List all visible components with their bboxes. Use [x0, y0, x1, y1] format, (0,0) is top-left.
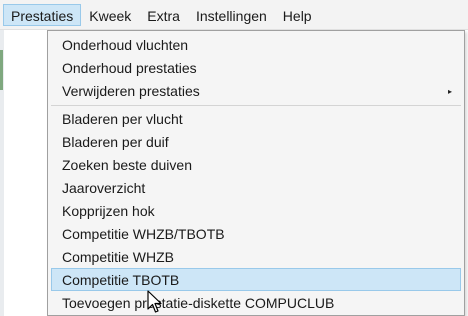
prestaties-dropdown-menu: Onderhoud vluchten Onderhoud prestaties … [47, 30, 465, 316]
menu-bar: Prestaties Kweek Extra Instellingen Help [0, 0, 468, 30]
background-window-accent [0, 50, 3, 90]
menu-item-bladeren-per-vlucht[interactable]: Bladeren per vlucht [51, 107, 461, 130]
menu-prestaties[interactable]: Prestaties [3, 3, 82, 26]
menu-item-verwijderen-prestaties[interactable]: Verwijderen prestaties ▸ [51, 79, 461, 102]
menu-extra[interactable]: Extra [139, 4, 188, 26]
menu-separator [51, 105, 461, 106]
menu-item-onderhoud-vluchten[interactable]: Onderhoud vluchten [51, 33, 461, 56]
menu-item-zoeken-beste-duiven[interactable]: Zoeken beste duiven [51, 153, 461, 176]
mouse-pointer-icon [147, 290, 162, 313]
menu-instellingen[interactable]: Instellingen [188, 4, 275, 26]
menu-item-competitie-tbotb[interactable]: Competitie TBOTB [51, 268, 461, 291]
menu-item-kopprijzen-hok[interactable]: Kopprijzen hok [51, 199, 461, 222]
background-window-edge [0, 30, 4, 316]
submenu-arrow-icon: ▸ [447, 87, 452, 96]
menu-item-toevoegen-prestatie-diskette[interactable]: Toevoegen prestatie-diskette COMPUCLUB [51, 291, 461, 314]
menu-item-competitie-whzb[interactable]: Competitie WHZB [51, 245, 461, 268]
menu-item-competitie-whzb-tbotb[interactable]: Competitie WHZB/TBOTB [51, 222, 461, 245]
app-window: Prestaties Kweek Extra Instellingen Help… [0, 0, 468, 316]
menu-kweek[interactable]: Kweek [81, 4, 139, 26]
menu-item-onderhoud-prestaties[interactable]: Onderhoud prestaties [51, 56, 461, 79]
menu-item-bladeren-per-duif[interactable]: Bladeren per duif [51, 130, 461, 153]
menu-help[interactable]: Help [275, 4, 320, 26]
menu-item-label: Verwijderen prestaties [62, 83, 200, 99]
menu-item-jaaroverzicht[interactable]: Jaaroverzicht [51, 176, 461, 199]
